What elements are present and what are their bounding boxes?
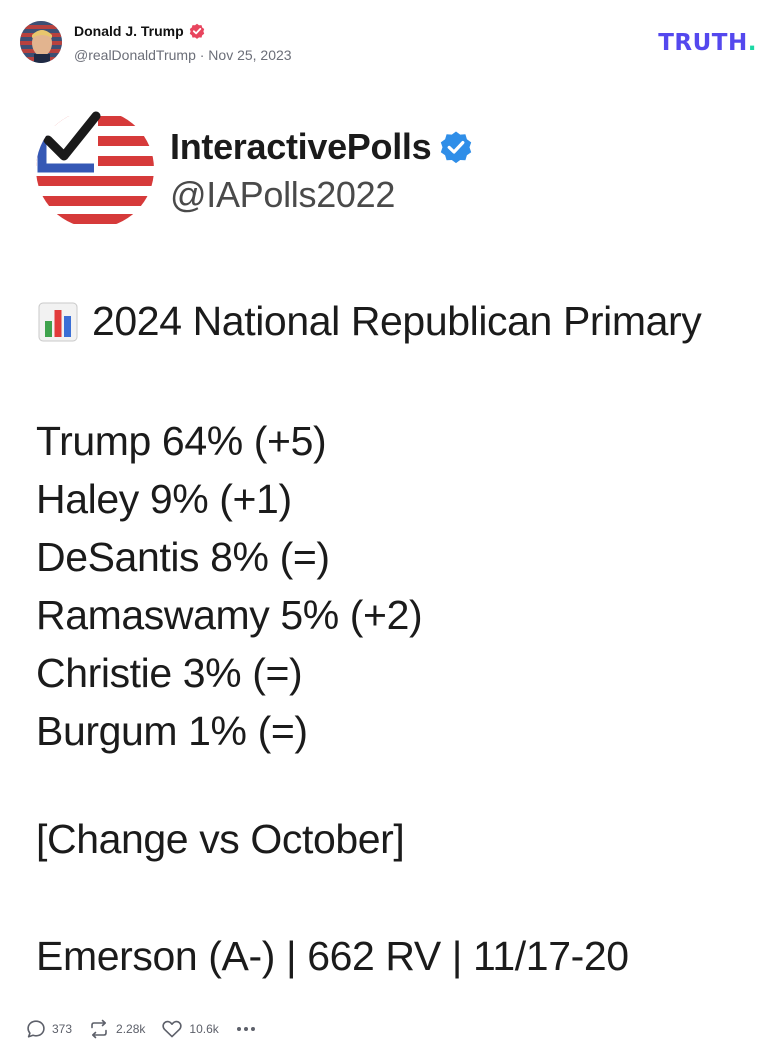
source-account-name: InteractivePolls [170, 126, 432, 167]
interactivepolls-logo [36, 110, 154, 228]
retruth-count: 2.28k [116, 1022, 146, 1036]
poll-result-item: Ramaswamy 5% (+2) [36, 592, 423, 638]
like-count: 10.6k [189, 1022, 219, 1036]
avatar[interactable] [20, 21, 62, 63]
repost-icon [91, 1019, 107, 1039]
poll-result-item: Burgum 1% (=) [36, 708, 308, 754]
source-account-handle: @IAPolls2022 [170, 174, 396, 215]
author-name-row: Donald J. Trump [74, 23, 205, 39]
post-action-bar: 373 2.28k 10.6k [26, 1017, 257, 1041]
change-note: [Change vs October] [36, 816, 405, 862]
like-button[interactable]: 10.6k [161, 1019, 219, 1039]
poll-result-item: DeSantis 8% (=) [36, 534, 330, 580]
more-dot [250, 1027, 255, 1031]
truth-social-logo[interactable]: TRUTH. [658, 30, 757, 56]
blue-verified-badge-icon [439, 130, 473, 164]
retruth-button[interactable]: 2.28k [88, 1019, 145, 1039]
poll-title: 2024 National Republican Primary [92, 298, 702, 344]
post-image[interactable]: InteractivePolls @IAPolls2022 2024 Natio… [20, 90, 757, 1000]
post-header: Donald J. Trump @realDonaldTrump · Nov 2… [20, 20, 757, 66]
reply-button[interactable]: 373 [26, 1019, 72, 1039]
more-icon[interactable] [235, 1027, 257, 1031]
brand-logo-dot: . [747, 30, 757, 56]
source-account-name-row: InteractivePolls [170, 126, 473, 168]
poll-source: Emerson (A-) | 662 RV | 11/17-20 [36, 933, 629, 979]
more-dot [243, 1027, 248, 1031]
brand-logo-text: TRUTH [658, 30, 748, 56]
heart-icon [162, 1020, 183, 1038]
author-handle-and-date[interactable]: @realDonaldTrump · Nov 25, 2023 [74, 47, 292, 63]
more-dot [236, 1027, 241, 1031]
poll-result-item: Christie 3% (=) [36, 650, 303, 696]
poll-results-list: Trump 64% (+5) Haley 9% (+1) DeSantis 8%… [36, 412, 423, 760]
avatar-image [20, 21, 62, 63]
poll-result-item: Haley 9% (+1) [36, 476, 292, 522]
reply-count: 373 [52, 1022, 73, 1036]
poll-title-row: 2024 National Republican Primary [38, 298, 702, 345]
comment-icon [27, 1020, 45, 1038]
author-name[interactable]: Donald J. Trump [74, 23, 184, 39]
poll-result-item: Trump 64% (+5) [36, 418, 327, 464]
verified-badge-icon [189, 23, 205, 39]
bar-chart-icon [38, 302, 78, 342]
